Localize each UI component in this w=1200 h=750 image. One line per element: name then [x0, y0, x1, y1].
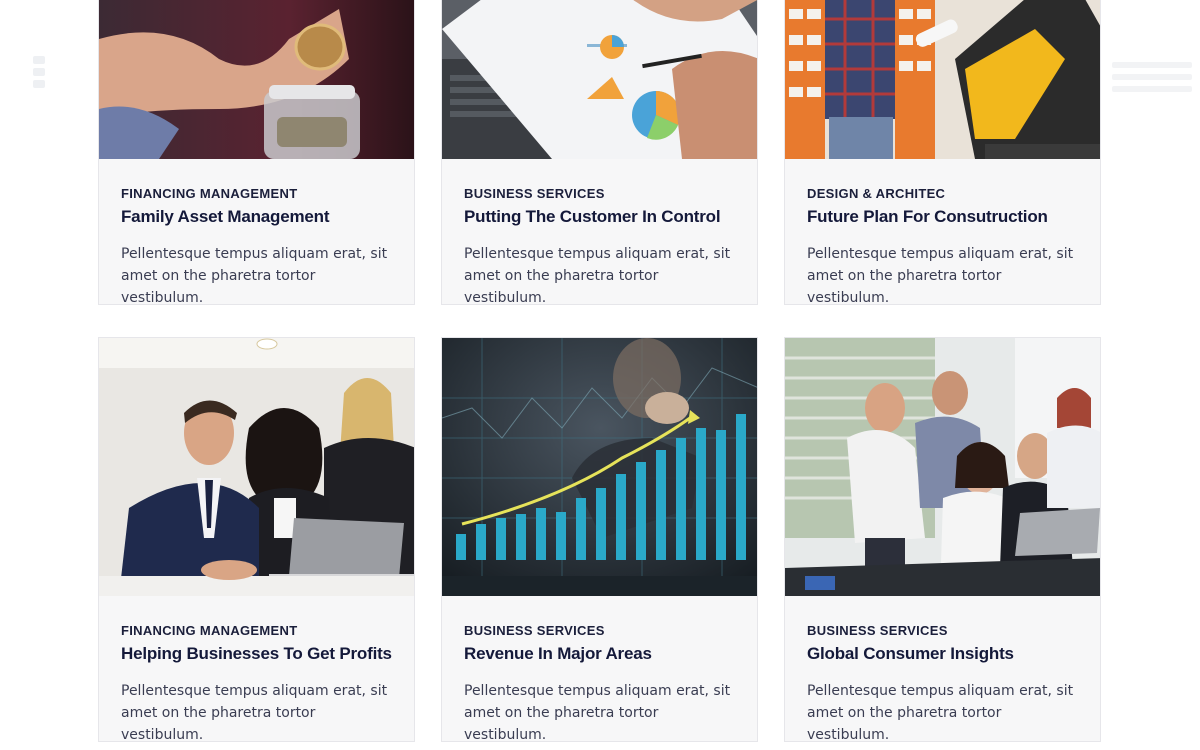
card-category: BUSINESS SERVICES [464, 186, 605, 201]
construction-site-photo [785, 0, 1100, 159]
services-section: FINANCING MANAGEMENT Family Asset Manage… [0, 0, 1200, 750]
card-description: Pellentesque tempus aliquam erat, sit am… [121, 246, 388, 306]
service-card[interactable]: BUSINESS SERVICES Putting The Customer I… [441, 0, 758, 306]
meeting-room-photo [785, 338, 1100, 596]
card-description: Pellentesque tempus aliquam erat, sit am… [121, 683, 388, 743]
card-title[interactable]: Global Consumer Insights [807, 644, 1078, 664]
service-card[interactable]: BUSINESS SERVICES Global Consumer Insigh… [784, 337, 1101, 743]
card-title[interactable]: Family Asset Management [121, 207, 392, 227]
edge-decoration-left [30, 52, 48, 104]
card-title[interactable]: Helping Businesses To Get Profits [121, 644, 392, 664]
card-title[interactable]: Revenue In Major Areas [464, 644, 735, 664]
edge-decoration-right [1112, 56, 1192, 102]
growth-chart-photo [442, 338, 757, 596]
business-team-laptop-photo [99, 338, 414, 596]
card-category: BUSINESS SERVICES [464, 623, 605, 638]
card-description: Pellentesque tempus aliquam erat, sit am… [464, 683, 731, 743]
service-card[interactable]: BUSINESS SERVICES Revenue In Major Areas… [441, 337, 758, 743]
card-category: BUSINESS SERVICES [807, 623, 948, 638]
card-category: FINANCING MANAGEMENT [121, 623, 298, 638]
coin-jar-photo [99, 0, 414, 159]
service-card[interactable]: FINANCING MANAGEMENT Family Asset Manage… [98, 0, 415, 306]
service-card[interactable]: FINANCING MANAGEMENT Helping Businesses … [98, 337, 415, 743]
card-title[interactable]: Future Plan For Consutruction [807, 207, 1078, 227]
card-description: Pellentesque tempus aliquam erat, sit am… [807, 683, 1074, 743]
card-title[interactable]: Putting The Customer In Control [464, 207, 735, 227]
card-description: Pellentesque tempus aliquam erat, sit am… [464, 246, 731, 306]
card-category: DESIGN & ARCHITEC [807, 186, 946, 201]
card-description: Pellentesque tempus aliquam erat, sit am… [807, 246, 1074, 306]
card-category: FINANCING MANAGEMENT [121, 186, 298, 201]
charts-clipboard-photo [442, 0, 757, 159]
service-card[interactable]: DESIGN & ARCHITEC Future Plan For Consut… [784, 0, 1101, 306]
